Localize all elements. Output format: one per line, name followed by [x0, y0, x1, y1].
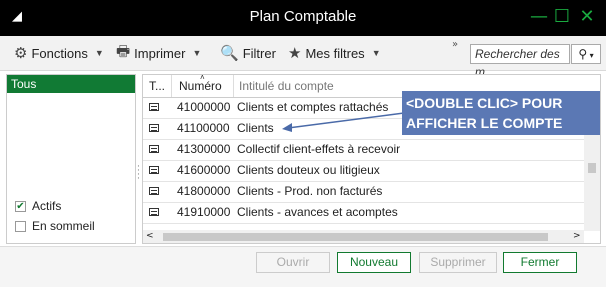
title-bar: ◢ Plan Comptable — ☐ ✕ — [0, 0, 606, 36]
toolbar-overflow-icon[interactable]: » — [452, 39, 458, 50]
row-intitule: Clients — [237, 121, 274, 135]
mes-filtres-label: Mes filtres — [305, 45, 365, 61]
supprimer-button[interactable]: Supprimer — [419, 252, 497, 273]
row-numero: 41100000 — [177, 121, 230, 135]
star-icon: ★ — [288, 45, 302, 62]
chevron-down-icon: ▼ — [192, 48, 202, 58]
annotation-line-2: AFFICHER LE COMPTE — [406, 115, 563, 131]
row-numero: 41800000 — [177, 184, 231, 198]
row-numero: 41300000 — [177, 142, 231, 156]
row-numero: 41000000 — [177, 100, 231, 114]
account-icon — [149, 103, 159, 111]
printer-icon: 🖶 — [116, 42, 131, 60]
imprimer-button[interactable]: 🖶 Imprimer ▼ — [116, 36, 201, 70]
en-sommeil-checkbox[interactable]: En sommeil — [15, 219, 95, 233]
account-icon — [149, 145, 159, 153]
chevron-down-icon: ▾ — [587, 51, 594, 60]
splitter-handle[interactable]: · · · · — [137, 163, 140, 184]
filtrer-label: Filtrer — [242, 45, 276, 61]
column-type[interactable]: T... — [149, 75, 165, 97]
gear-icon: ⚙ — [14, 45, 28, 62]
fonctions-button[interactable]: ⚙ Fonctions ▼ — [14, 36, 104, 70]
mes-filtres-button[interactable]: ★ Mes filtres ▼ — [288, 36, 381, 70]
row-numero: 41910000 — [177, 205, 231, 219]
filtrer-button[interactable]: 🔍 Filtrer — [220, 36, 276, 70]
row-numero: 41600000 — [177, 163, 231, 177]
search-icon: ⚲ — [578, 47, 588, 61]
ouvrir-button[interactable]: Ouvrir — [256, 252, 330, 273]
scroll-right-icon[interactable]: > — [573, 231, 581, 241]
row-intitule: Clients - avances et acomptes — [237, 205, 398, 219]
account-icon — [149, 166, 159, 174]
actifs-label: Actifs — [32, 199, 62, 213]
account-icon — [149, 208, 159, 216]
scroll-left-icon[interactable]: < — [146, 231, 154, 241]
fermer-button[interactable]: Fermer — [503, 252, 577, 273]
account-icon — [149, 124, 159, 132]
annotation-arrow-icon — [282, 112, 405, 132]
account-icon — [149, 187, 159, 195]
table-row[interactable]: 41800000 Clients - Prod. non facturés — [143, 181, 584, 203]
nouveau-button[interactable]: Nouveau — [337, 252, 411, 273]
window-title: Plan Comptable — [249, 8, 357, 25]
close-button[interactable]: ✕ — [576, 6, 598, 28]
fonctions-label: Fonctions — [31, 45, 88, 61]
chevron-down-icon: ▼ — [94, 48, 104, 58]
maximize-button[interactable]: ☐ — [551, 6, 573, 28]
plan-comptable-window: ◢ Plan Comptable — ☐ ✕ ⚙ Fonctions ▼ 🖶 I… — [0, 0, 606, 287]
search-button[interactable]: ⚲ ▾ — [571, 44, 601, 64]
vertical-scroll-thumb[interactable] — [588, 163, 596, 173]
search-input[interactable]: Rechercher des m — [470, 44, 570, 79]
checkmark-icon: ✔ — [15, 200, 26, 212]
imprimer-label: Imprimer — [134, 45, 186, 61]
table-row[interactable]: 41600000 Clients douteux ou litigieux — [143, 160, 584, 182]
annotation-callout: <DOUBLE CLIC> POUR AFFICHER LE COMPTE — [402, 91, 600, 135]
filter-panel: Tous ✔ Actifs En sommeil — [6, 74, 136, 244]
horizontal-scrollbar[interactable]: < > — [143, 230, 584, 243]
row-intitule: Collectif client-effets à recevoir — [237, 142, 401, 156]
row-intitule: Clients douteux ou litigieux — [237, 163, 380, 177]
row-intitule: Clients - Prod. non facturés — [237, 184, 383, 198]
annotation-line-1: <DOUBLE CLIC> POUR — [406, 95, 563, 111]
search-icon: 🔍 — [220, 45, 239, 62]
empty-checkbox-icon — [15, 220, 26, 232]
filter-tous[interactable]: Tous — [7, 75, 135, 93]
minimize-button[interactable]: — — [528, 6, 550, 28]
horizontal-scroll-thumb[interactable] — [163, 233, 548, 241]
chevron-down-icon: ▼ — [371, 48, 381, 58]
table-row[interactable]: 41300000 Collectif client-effets à recev… — [143, 139, 584, 161]
actifs-checkbox[interactable]: ✔ Actifs — [15, 199, 61, 213]
en-sommeil-label: En sommeil — [32, 219, 95, 233]
sort-indicator-icon: ˄ — [200, 73, 205, 82]
column-intitule[interactable]: Intitulé du compte — [239, 75, 334, 97]
table-row[interactable]: 41910000 Clients - avances et acomptes — [143, 202, 584, 224]
